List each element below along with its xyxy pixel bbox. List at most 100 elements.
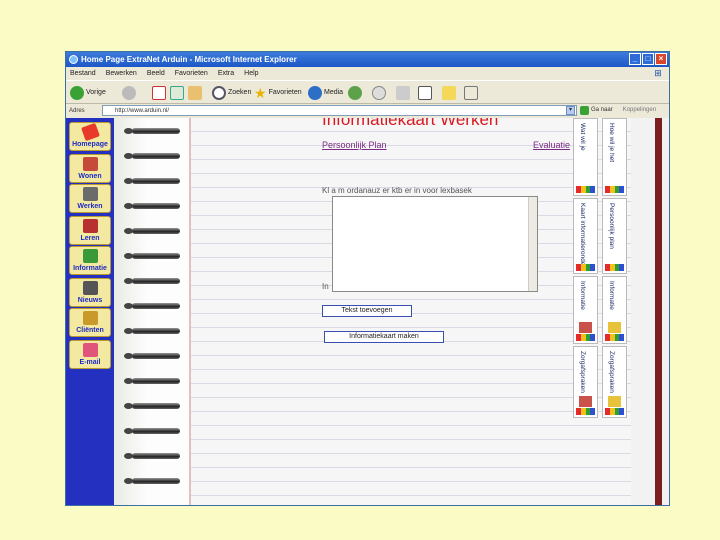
- close-button[interactable]: ×: [655, 53, 667, 65]
- search-button[interactable]: Zoeken: [212, 85, 251, 101]
- personal-plan-link[interactable]: Persoonlijk Plan: [322, 140, 387, 150]
- favorites-button[interactable]: ★ Favorieten: [254, 85, 302, 101]
- favorites-label: Favorieten: [268, 89, 302, 96]
- tab-label: Kaart informatieronde: [579, 203, 586, 266]
- color-bar: [605, 186, 624, 193]
- discuss-button[interactable]: [442, 85, 456, 101]
- color-bar: [605, 264, 624, 271]
- links-label[interactable]: Koppelingen: [623, 105, 656, 116]
- tab-wat-wil-je[interactable]: Wat wil je: [573, 118, 598, 196]
- tab-hoe-wil-je[interactable]: Hoe wil je het: [602, 118, 627, 196]
- nav-informatie[interactable]: Informatie: [69, 246, 111, 275]
- tab-label: Hoe wil je het: [608, 123, 615, 163]
- color-bar: [576, 264, 595, 271]
- make-infocard-button[interactable]: Informatiekaart maken: [324, 331, 444, 343]
- books-icon: [83, 219, 98, 233]
- menu-tools[interactable]: Extra: [218, 67, 234, 80]
- nav-email[interactable]: E-mail: [69, 340, 111, 369]
- go-label: Ga naar: [591, 107, 613, 113]
- color-bar: [605, 334, 624, 341]
- tab-zorgafspraken-left[interactable]: Zorgafspraken: [573, 346, 598, 418]
- tab-zorgafspraken-right[interactable]: Zorgafspraken: [602, 346, 627, 418]
- tab-persoonlijk-plan[interactable]: Persoonlijk plan: [602, 198, 627, 274]
- menu-bar: Bestand Bewerken Beeld Favorieten Extra …: [66, 67, 669, 80]
- info-icon: [83, 249, 98, 263]
- add-text-button[interactable]: Tekst toevoegen: [322, 305, 412, 317]
- windows-logo-icon: ⊞: [651, 68, 665, 79]
- tab-informatie-right[interactable]: Informatie: [602, 276, 627, 344]
- nav-nieuws[interactable]: Nieuws: [69, 278, 111, 307]
- binder-ring: [124, 128, 180, 134]
- mail-button[interactable]: [372, 85, 386, 101]
- house-icon: [83, 157, 98, 171]
- binder-ring: [124, 328, 180, 334]
- nav-leren[interactable]: Leren: [69, 216, 111, 245]
- nav-wonen[interactable]: Wonen: [69, 154, 111, 183]
- search-label: Zoeken: [228, 89, 252, 96]
- nav-label: Homepage: [72, 141, 108, 148]
- nav-clienten[interactable]: Cliënten: [69, 308, 111, 337]
- tab-kaart-informatieronde[interactable]: Kaart informatieronde: [573, 198, 598, 274]
- minimize-button[interactable]: _: [629, 53, 641, 65]
- research-button[interactable]: [464, 85, 478, 101]
- media-button[interactable]: Media: [308, 85, 343, 101]
- menu-edit[interactable]: Bewerken: [106, 67, 137, 80]
- research-icon: [464, 86, 478, 100]
- edit-button[interactable]: [418, 85, 432, 101]
- right-border: [631, 118, 669, 505]
- back-label: Vorige: [86, 89, 106, 96]
- stop-icon: [152, 86, 166, 100]
- address-label: Adres: [69, 108, 85, 114]
- color-bar: [605, 408, 624, 415]
- scrollbar[interactable]: [528, 197, 537, 291]
- homepage-icon: [81, 122, 100, 142]
- mail-icon: [83, 343, 98, 357]
- tab-label: Zorgafspraken: [608, 351, 615, 393]
- lock-icon: [608, 396, 621, 407]
- menu-view[interactable]: Beeld: [147, 67, 165, 80]
- news-icon: [83, 281, 98, 295]
- nav-label: E-mail: [79, 359, 101, 366]
- binder-ring: [124, 403, 180, 409]
- window-title: Home Page ExtraNet Arduin - Microsoft In…: [81, 55, 297, 64]
- nav-label: Wonen: [78, 173, 102, 180]
- binder-ring: [124, 278, 180, 284]
- menu-file[interactable]: Bestand: [70, 67, 96, 80]
- back-button[interactable]: Vorige: [70, 85, 106, 101]
- address-input[interactable]: http://www.arduin.nl/: [102, 105, 577, 116]
- page-content: Homepage Wonen Werken Leren Informatie N…: [66, 118, 669, 505]
- tab-informatie-left[interactable]: Informatie: [573, 276, 598, 344]
- binder-ring: [124, 178, 180, 184]
- history-icon: [348, 86, 362, 100]
- binder-ring: [124, 478, 180, 484]
- nav-werken[interactable]: Werken: [69, 184, 111, 213]
- address-dropdown-icon[interactable]: ▾: [566, 106, 575, 115]
- go-button[interactable]: Ga naar Koppelingen: [580, 105, 656, 116]
- nav-label: Nieuws: [77, 297, 103, 304]
- tab-label: Zorgafspraken: [579, 351, 586, 393]
- maximize-button[interactable]: □: [642, 53, 654, 65]
- forward-button[interactable]: [122, 85, 136, 101]
- nav-label: Informatie: [73, 265, 107, 272]
- stop-button[interactable]: [152, 85, 166, 101]
- nav-label: Leren: [80, 235, 100, 242]
- refresh-button[interactable]: [170, 85, 184, 101]
- history-button[interactable]: [348, 85, 362, 101]
- tab-panel: Wat wil je Hoe wil je het Kaart informat…: [573, 118, 631, 418]
- house-icon: [579, 396, 592, 407]
- menu-favorites[interactable]: Favorieten: [175, 67, 208, 80]
- color-bar: [576, 186, 595, 193]
- color-bar: [576, 334, 595, 341]
- menu-help[interactable]: Help: [244, 67, 258, 80]
- text-area[interactable]: [332, 196, 538, 292]
- print-button[interactable]: [396, 85, 410, 101]
- binder-ring: [124, 303, 180, 309]
- evaluation-link[interactable]: Evaluatie: [533, 140, 570, 150]
- second-field-label: In: [322, 282, 329, 291]
- ie-icon: [69, 55, 78, 65]
- people-icon: [83, 311, 98, 325]
- browser-window: Home Page ExtraNet Arduin - Microsoft In…: [65, 51, 670, 506]
- nav-homepage[interactable]: Homepage: [69, 122, 111, 151]
- address-bar: Adres http://www.arduin.nl/ ▾ Ga naar Ko…: [66, 104, 669, 118]
- home-button[interactable]: [188, 85, 202, 101]
